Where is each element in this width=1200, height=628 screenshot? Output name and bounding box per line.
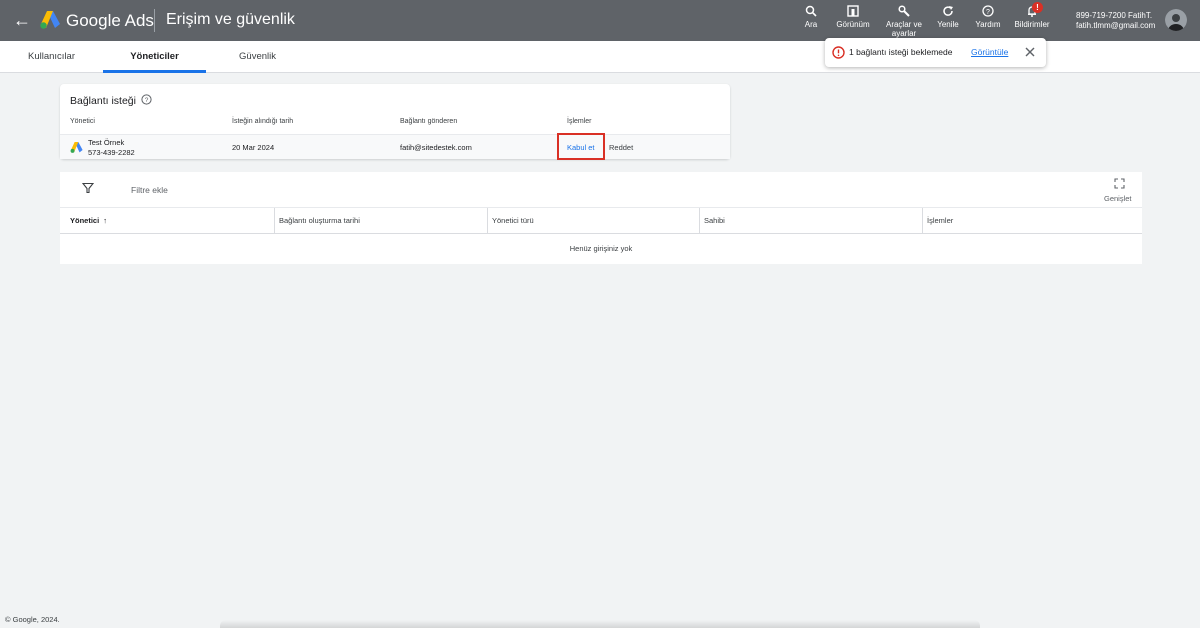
request-date: 20 Mar 2024 bbox=[232, 143, 275, 152]
notification-badge: ! bbox=[1032, 2, 1043, 13]
search-icon bbox=[805, 5, 817, 17]
expand-button[interactable]: Genişlet bbox=[1104, 194, 1132, 203]
svg-text:?: ? bbox=[145, 97, 149, 104]
wrench-icon bbox=[898, 5, 910, 17]
search-button[interactable]: Ara bbox=[799, 5, 823, 29]
tool-label: Yardım bbox=[975, 20, 1001, 29]
pending-request-toast: 1 bağlantı isteği beklemede Görüntüle bbox=[825, 38, 1046, 67]
managers-table-card: Filtre ekle Genişlet Yönetici ↑ Bağlantı … bbox=[60, 172, 1142, 264]
avatar[interactable] bbox=[1165, 9, 1187, 31]
help-button[interactable]: ? Yardım bbox=[972, 5, 1004, 29]
header-divider bbox=[154, 9, 155, 32]
table-header: Yönetici ↑ Bağlantı oluşturma tarihi Yöne… bbox=[60, 207, 1142, 234]
view-icon bbox=[847, 5, 859, 17]
notifications-button[interactable]: ! Bildirimler bbox=[1010, 2, 1054, 29]
column-header[interactable]: İşlemler bbox=[922, 208, 1142, 234]
column-header: İşlemler bbox=[567, 118, 592, 125]
tool-label: Yenile bbox=[937, 20, 959, 29]
arrow-up-icon: ↑ bbox=[103, 216, 107, 225]
google-ads-logo[interactable] bbox=[40, 11, 60, 29]
tool-label: Ara bbox=[804, 20, 818, 29]
tools-settings-button[interactable]: Araçlar ve ayarlar bbox=[885, 5, 923, 39]
column-header: İsteğin alındığı tarih bbox=[232, 118, 294, 125]
toast-view-link[interactable]: Görüntüle bbox=[971, 47, 1008, 57]
refresh-button[interactable]: Yenile bbox=[933, 5, 963, 29]
tool-label: Araçlar ve ayarlar bbox=[885, 20, 922, 38]
toast-message: 1 bağlantı isteği beklemede bbox=[849, 47, 953, 57]
empty-state-text: Henüz girişiniz yok bbox=[569, 244, 633, 253]
page-title: Erişim ve güvenlik bbox=[166, 11, 295, 28]
help-icon[interactable]: ? bbox=[141, 94, 152, 105]
fullscreen-icon[interactable] bbox=[1114, 178, 1125, 189]
top-app-bar: ← Google Ads Erişim ve güvenlik Ara Görü… bbox=[0, 0, 1200, 41]
arrow-back-icon[interactable]: ← bbox=[12, 10, 32, 30]
accept-button[interactable]: Kabul et bbox=[567, 143, 595, 152]
svg-text:?: ? bbox=[986, 9, 990, 16]
tool-label: Görünüm bbox=[836, 20, 870, 29]
account-email: fatih.tlmm@gmail.com bbox=[1076, 21, 1156, 30]
column-header[interactable]: Bağlantı oluşturma tarihi bbox=[274, 208, 487, 234]
google-ads-logo bbox=[70, 142, 83, 153]
tab-security[interactable]: Güvenlik bbox=[206, 41, 309, 73]
column-header[interactable]: Sahibi bbox=[699, 208, 922, 234]
column-header-manager[interactable]: Yönetici ↑ bbox=[60, 208, 274, 234]
add-filter-button[interactable]: Filtre ekle bbox=[131, 185, 168, 195]
link-request-card: Bağlantı isteği ? Yönetici İsteğin alınd… bbox=[60, 84, 730, 160]
column-header[interactable]: Yönetici türü bbox=[487, 208, 699, 234]
view-button[interactable]: Görünüm bbox=[834, 5, 872, 29]
tab-managers[interactable]: Yöneticiler bbox=[103, 41, 206, 73]
column-header: Yönetici bbox=[70, 118, 95, 125]
reject-button[interactable]: Reddet bbox=[609, 143, 633, 152]
column-header: Bağlantı gönderen bbox=[400, 118, 458, 125]
brand-name: Google Ads bbox=[66, 11, 154, 30]
copyright-footer: © Google, 2024. bbox=[5, 615, 60, 624]
request-sender: fatih@sitedestek.com bbox=[400, 143, 472, 152]
refresh-icon bbox=[943, 6, 953, 16]
avatar-image bbox=[1165, 9, 1187, 31]
tab-users[interactable]: Kullanıcılar bbox=[0, 41, 103, 73]
help-circle-icon: ? bbox=[982, 5, 994, 17]
account-info[interactable]: 899-719-7200 FatihT. fatih.tlmm@gmail.co… bbox=[1076, 11, 1155, 31]
active-tab-indicator bbox=[103, 70, 206, 73]
card-title: Bağlantı isteği bbox=[70, 95, 136, 107]
filter-icon[interactable] bbox=[82, 182, 94, 194]
table-row: Test Örnek 573-439-2282 20 Mar 2024 fati… bbox=[60, 133, 730, 160]
manager-name: Test Örnek bbox=[88, 138, 125, 147]
error-icon bbox=[832, 46, 845, 59]
account-name: 899-719-7200 FatihT. bbox=[1076, 11, 1153, 20]
tool-label: Bildirimler bbox=[1014, 20, 1050, 29]
bottom-shadow bbox=[220, 620, 980, 628]
manager-id: 573-439-2282 bbox=[88, 148, 135, 157]
close-icon[interactable] bbox=[1024, 46, 1036, 58]
